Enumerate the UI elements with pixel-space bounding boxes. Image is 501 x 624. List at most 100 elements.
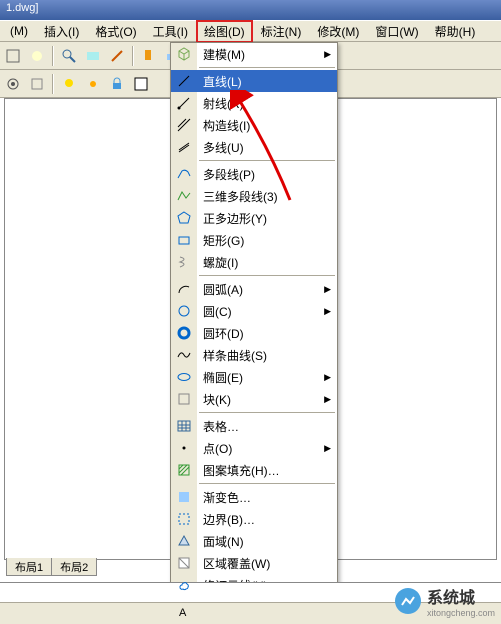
tool-icon[interactable]	[26, 73, 48, 95]
menu-item-label: 圆弧(A)	[197, 281, 324, 298]
menu-2[interactable]: 格式(O)	[87, 20, 144, 43]
region-icon	[171, 530, 197, 552]
menu-item-xline[interactable]: 构造线(I)	[171, 114, 337, 136]
gradient-icon	[171, 486, 197, 508]
menu-item-ellipse[interactable]: 椭圆(E)▶	[171, 366, 337, 388]
menu-separator	[199, 483, 335, 484]
pline-icon	[171, 163, 197, 185]
separator	[132, 46, 134, 66]
menu-item-rect[interactable]: 矩形(G)	[171, 229, 337, 251]
menu-7[interactable]: 窗口(W)	[367, 20, 426, 43]
menu-item-region[interactable]: 面域(N)	[171, 530, 337, 552]
menu-item-label: 建模(M)	[197, 46, 324, 63]
menu-item-line[interactable]: 直线(L)	[171, 70, 337, 92]
polygon-icon	[171, 207, 197, 229]
helix-icon	[171, 251, 197, 273]
line-icon	[171, 70, 197, 92]
menu-item-label: 正多边形(Y)	[197, 210, 337, 227]
separator	[52, 46, 54, 66]
menu-item-label: 矩形(G)	[197, 232, 337, 249]
menu-item-helix[interactable]: 螺旋(I)	[171, 251, 337, 273]
menu-item-spline[interactable]: 样条曲线(S)	[171, 344, 337, 366]
menu-item-label: 圆环(D)	[197, 325, 337, 342]
revcloud-icon	[171, 574, 197, 596]
submenu-arrow-icon: ▶	[324, 49, 337, 60]
sun-icon[interactable]	[82, 73, 104, 95]
menu-0[interactable]: (M)	[2, 21, 36, 41]
rect-icon	[171, 229, 197, 251]
tool-icon[interactable]	[2, 45, 24, 67]
menu-item-label: 椭圆(E)	[197, 369, 324, 386]
tool-icon[interactable]	[106, 45, 128, 67]
menu-item-label: 直线(L)	[197, 73, 337, 90]
menu-item-wipeout[interactable]: 区域覆盖(W)	[171, 552, 337, 574]
draw-menu-dropdown: 建模(M)▶直线(L)射线(R)构造线(I)多线(U)多段线(P)三维多段线(3…	[170, 42, 338, 624]
bulb-icon[interactable]	[58, 73, 80, 95]
layout-tab[interactable]: 布局2	[51, 558, 97, 576]
menu-separator	[199, 160, 335, 161]
watermark-text: 系统城	[427, 584, 495, 608]
menu-item-label: 区域覆盖(W)	[197, 555, 337, 572]
menu-item-label: 面域(N)	[197, 533, 337, 550]
block-icon	[171, 388, 197, 410]
menu-separator	[199, 412, 335, 413]
menu-item-polygon[interactable]: 正多边形(Y)	[171, 207, 337, 229]
tool-icon[interactable]	[26, 45, 48, 67]
menu-item-label: 多线(U)	[197, 139, 337, 156]
ray-icon	[171, 92, 197, 114]
menu-item-arc[interactable]: 圆弧(A)▶	[171, 278, 337, 300]
paint-icon[interactable]	[138, 45, 160, 67]
menu-item-label: 边界(B)…	[197, 511, 337, 528]
menu-item-table[interactable]: 表格…	[171, 415, 337, 437]
3dpoly-icon	[171, 185, 197, 207]
color-icon[interactable]	[130, 73, 152, 95]
menu-item-3dpoly[interactable]: 三维多段线(3)	[171, 185, 337, 207]
xline-icon	[171, 114, 197, 136]
menu-8[interactable]: 帮助(H)	[427, 20, 484, 43]
menu-1[interactable]: 插入(I)	[36, 20, 87, 43]
menu-item-label: 射线(R)	[197, 95, 337, 112]
menu-item-hatch[interactable]: 图案填充(H)…	[171, 459, 337, 481]
menu-item-donut[interactable]: 圆环(D)	[171, 322, 337, 344]
gear-icon[interactable]	[2, 73, 24, 95]
donut-icon	[171, 322, 197, 344]
menu-6[interactable]: 修改(M)	[309, 20, 367, 43]
menu-item-pline[interactable]: 多段线(P)	[171, 163, 337, 185]
menu-bar: (M)插入(I)格式(O)工具(I)绘图(D)标注(N)修改(M)窗口(W)帮助…	[0, 20, 501, 42]
circle-icon	[171, 300, 197, 322]
menu-item-label: 渐变色…	[197, 489, 337, 506]
menu-item-label: 螺旋(I)	[197, 254, 337, 271]
menu-item-label: 点(O)	[197, 440, 324, 457]
text-icon: A	[171, 601, 197, 623]
submenu-arrow-icon: ▶	[324, 443, 337, 454]
menu-5[interactable]: 标注(N)	[253, 20, 310, 43]
menu-item-ray[interactable]: 射线(R)	[171, 92, 337, 114]
menu-4[interactable]: 绘图(D)	[196, 20, 253, 43]
wipeout-icon	[171, 552, 197, 574]
layout-tabs: 布局1布局2	[6, 558, 96, 576]
lock-icon[interactable]	[106, 73, 128, 95]
menu-item-label: 表格…	[197, 418, 337, 435]
search-icon[interactable]	[58, 45, 80, 67]
submenu-arrow-icon: ▶	[324, 372, 337, 383]
title-text: 1.dwg]	[6, 2, 38, 14]
boundary-icon	[171, 508, 197, 530]
tool-icon[interactable]	[82, 45, 104, 67]
menu-separator	[199, 67, 335, 68]
menu-item-cube[interactable]: 建模(M)▶	[171, 43, 337, 65]
menu-3[interactable]: 工具(I)	[145, 20, 196, 43]
table-icon	[171, 415, 197, 437]
menu-item-point[interactable]: 点(O)▶	[171, 437, 337, 459]
menu-item-label: 构造线(I)	[197, 117, 337, 134]
menu-item-label: 多段线(P)	[197, 166, 337, 183]
hatch-icon	[171, 459, 197, 481]
menu-item-circle[interactable]: 圆(C)▶	[171, 300, 337, 322]
menu-item-block[interactable]: 块(K)▶	[171, 388, 337, 410]
menu-item-boundary[interactable]: 边界(B)…	[171, 508, 337, 530]
menu-item-label: 块(K)	[197, 391, 324, 408]
watermark-url: xitongcheng.com	[427, 608, 495, 618]
submenu-arrow-icon: ▶	[324, 306, 337, 317]
layout-tab[interactable]: 布局1	[6, 558, 52, 576]
menu-item-gradient[interactable]: 渐变色…	[171, 486, 337, 508]
menu-item-mline[interactable]: 多线(U)	[171, 136, 337, 158]
